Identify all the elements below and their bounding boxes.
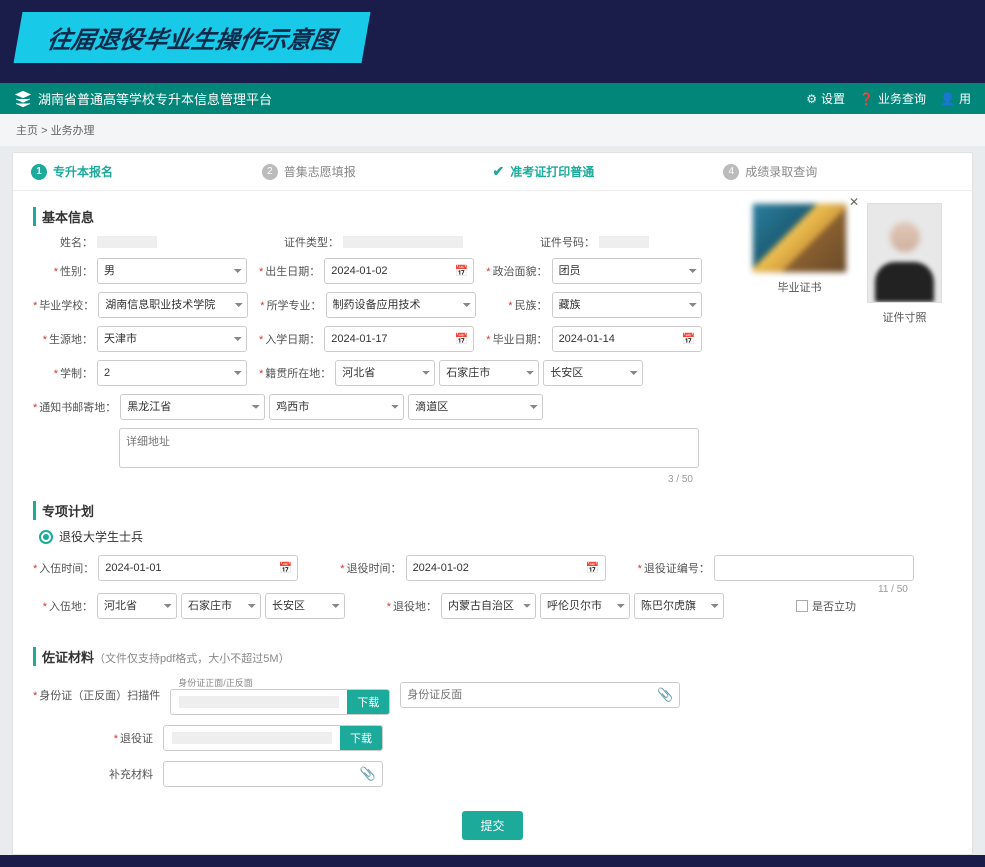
step-3[interactable]: ✔准考证打印普通 (493, 163, 724, 180)
step-4[interactable]: 4成绩录取查询 (723, 163, 954, 180)
origin-label: 生源地： (33, 331, 93, 347)
idno-label: 证件号码： (535, 234, 595, 250)
polit-select[interactable]: 团员 (552, 258, 702, 284)
user-link[interactable]: 👤 用 (940, 90, 971, 107)
ethnic-select[interactable]: 藏族 (552, 292, 702, 318)
submit-button[interactable]: 提交 (462, 811, 522, 840)
polit-label: 政治面貌： (486, 263, 547, 279)
native-label: 籍贯所在地： (259, 365, 331, 381)
user-label: 用 (959, 90, 971, 107)
id-photo[interactable] (867, 203, 942, 303)
name-value (97, 236, 157, 248)
extra-file[interactable]: 📎 (163, 761, 383, 787)
retire-date-input[interactable] (406, 555, 606, 581)
retire-city-select[interactable]: 呼伦贝尔市 (540, 593, 630, 619)
settings-link[interactable]: ⚙ 设置 (806, 90, 845, 107)
birth-input[interactable] (324, 258, 474, 284)
system-label: 学制： (33, 365, 93, 381)
retire-province-select[interactable]: 内蒙古自治区 (441, 593, 536, 619)
section-materials-title: 佐证材料（文件仅支持pdf格式，大小不超过5M） (33, 647, 952, 666)
gender-label: 性别： (33, 263, 93, 279)
enlist-date-label: 入伍时间： (33, 560, 94, 576)
retire-no-input[interactable] (714, 555, 914, 581)
native-city-select[interactable]: 石家庄市 (439, 360, 539, 386)
retire-district-select[interactable]: 陈巴尔虎旗 (634, 593, 724, 619)
idtype-label: 证件类型： (279, 234, 339, 250)
settings-label: 设置 (821, 90, 845, 107)
enlist-date-input[interactable] (98, 555, 298, 581)
id-upload-label: 身份证（正反面）扫描件 (33, 687, 160, 703)
retire-date-label: 退役时间： (340, 560, 401, 576)
birth-label: 出生日期： (259, 263, 320, 279)
attach-icon: 📎 (651, 687, 679, 703)
breadcrumb-home[interactable]: 主页 (16, 125, 38, 137)
enlist-district-select[interactable]: 长安区 (265, 593, 345, 619)
photo-id-label: 证件寸照 (867, 309, 942, 325)
enlist-province-select[interactable]: 河北省 (97, 593, 177, 619)
attach-icon: 📎 (354, 766, 382, 782)
gender-select[interactable]: 男 (97, 258, 247, 284)
query-label: 业务查询 (878, 90, 926, 107)
logo-icon (14, 90, 32, 108)
check-icon: ✔ (493, 163, 505, 180)
help-icon: ❓ (859, 92, 874, 106)
id-back-file[interactable]: 📎 (400, 682, 680, 708)
mail-district-select[interactable]: 滴道区 (408, 394, 543, 420)
idno-value (599, 236, 649, 248)
breadcrumb: 主页 > 业务办理 (0, 114, 985, 146)
soldier-radio[interactable]: 退役大学生士兵 (39, 528, 952, 545)
section-special-title: 专项计划 (33, 501, 952, 520)
id-file-note: 身份证正面/正反面 (170, 674, 390, 689)
id-back-input[interactable] (401, 682, 651, 708)
idtype-value (343, 236, 463, 248)
id-front-file[interactable]: 下载 (170, 689, 390, 715)
enlist-loc-label: 入伍地： (33, 598, 93, 614)
steps: 1专升本报名 2普集志愿填报 ✔准考证打印普通 4成绩录取查询 (13, 153, 972, 191)
retire-no-counter: 11 / 50 (878, 584, 908, 595)
school-label: 毕业学校： (33, 297, 94, 313)
download-button[interactable]: 下载 (347, 689, 389, 715)
graduation-cert-photo[interactable] (752, 203, 847, 273)
school-select[interactable]: 湖南信息职业技术学院 (98, 292, 248, 318)
mail-city-select[interactable]: 鸡西市 (269, 394, 404, 420)
major-label: 所学专业： (260, 297, 321, 313)
retire-no-label: 退役证编号： (638, 560, 710, 576)
retire-file[interactable]: 下载 (163, 725, 383, 751)
step-2[interactable]: 2普集志愿填报 (262, 163, 493, 180)
query-link[interactable]: ❓ 业务查询 (859, 90, 926, 107)
download-button[interactable]: 下载 (340, 725, 382, 751)
merit-label: 是否立功 (812, 598, 856, 614)
native-district-select[interactable]: 长安区 (543, 360, 643, 386)
mail-province-select[interactable]: 黑龙江省 (120, 394, 265, 420)
grad-input[interactable] (552, 326, 702, 352)
merit-checkbox[interactable]: 是否立功 (796, 598, 856, 614)
retire-loc-label: 退役地： (377, 598, 437, 614)
topbar: 湖南省普通高等学校专升本信息管理平台 ⚙ 设置 ❓ 业务查询 👤 用 (0, 83, 985, 114)
breadcrumb-current: 业务办理 (51, 125, 95, 137)
native-province-select[interactable]: 河北省 (335, 360, 435, 386)
page-banner: 往届退役毕业生操作示意图 (14, 12, 371, 63)
user-icon: 👤 (940, 92, 955, 106)
step-1[interactable]: 1专升本报名 (31, 163, 262, 180)
address-counter: 3 / 50 (668, 474, 693, 485)
photo-cert-label: 毕业证书 (752, 279, 847, 295)
address-textarea[interactable] (119, 428, 699, 468)
gear-icon: ⚙ (806, 92, 817, 106)
enlist-city-select[interactable]: 石家庄市 (181, 593, 261, 619)
app-title: 湖南省普通高等学校专升本信息管理平台 (38, 89, 272, 108)
system-select[interactable]: 2 (97, 360, 247, 386)
mail-label: 通知书邮寄地： (33, 399, 116, 415)
major-select[interactable]: 制药设备应用技术 (326, 292, 476, 318)
grad-label: 毕业日期： (486, 331, 547, 347)
name-label: 姓名： (33, 234, 93, 250)
remove-photo-icon[interactable]: ✕ (849, 195, 859, 209)
extra-upload-label: 补充材料 (33, 766, 153, 782)
origin-select[interactable]: 天津市 (97, 326, 247, 352)
radio-label: 退役大学生士兵 (59, 528, 143, 545)
enroll-input[interactable] (324, 326, 474, 352)
retire-upload-label: 退役证 (33, 730, 153, 746)
enroll-label: 入学日期： (259, 331, 320, 347)
ethnic-label: 民族： (488, 297, 548, 313)
